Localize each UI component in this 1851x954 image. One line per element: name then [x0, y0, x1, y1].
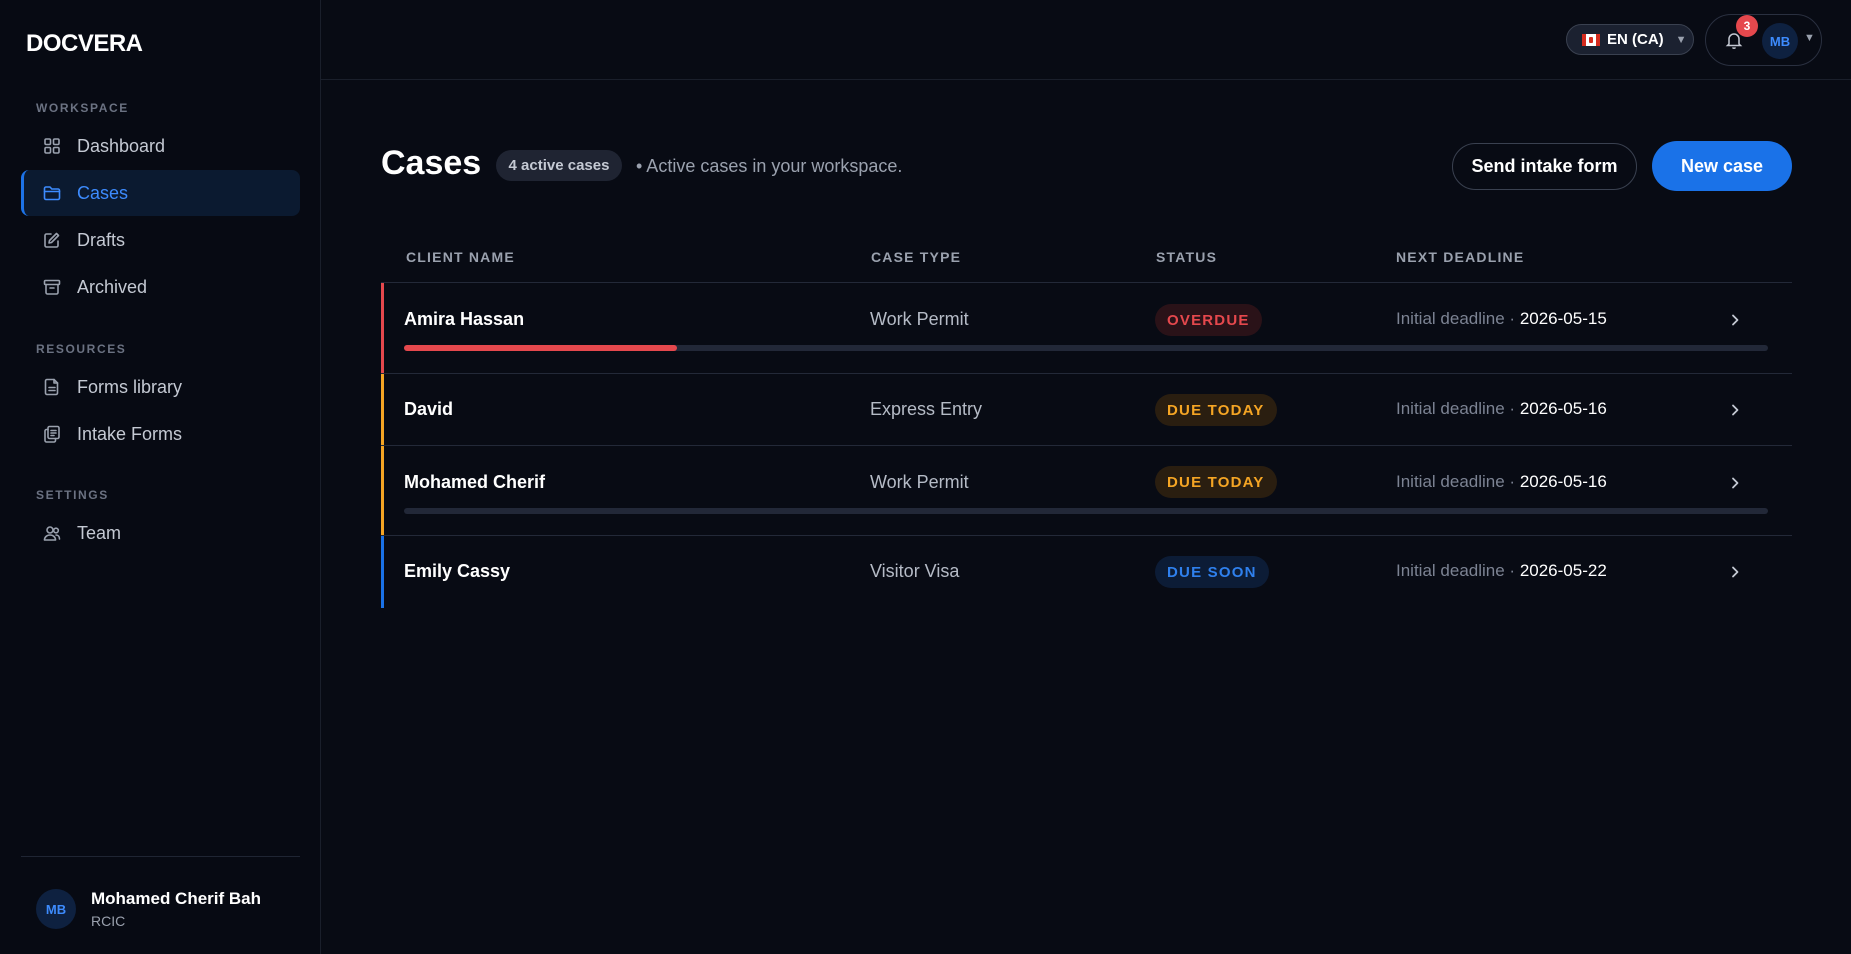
sidebar-item-dashboard[interactable]: Dashboard — [21, 123, 300, 169]
deadline: Initial deadline · 2026-05-16 — [1396, 399, 1607, 418]
page-subtitle: • Active cases in your workspace. — [636, 156, 903, 176]
row-accent-bar — [381, 446, 384, 535]
section-label-resources: RESOURCES — [36, 342, 127, 356]
sidebar-item-drafts[interactable]: Drafts — [21, 217, 300, 263]
sidebar-item-team[interactable]: Team — [21, 510, 300, 556]
chevron-right-icon[interactable] — [1727, 564, 1743, 580]
client-name: David — [404, 399, 454, 419]
users-icon — [41, 522, 63, 544]
pencil-icon — [41, 229, 63, 251]
sidebar-item-label: Intake Forms — [77, 423, 183, 444]
column-header-next-deadline[interactable]: NEXT DEADLINE — [1396, 249, 1524, 265]
sidebar-item-label: Forms library — [77, 376, 183, 397]
notification-badge: 3 — [1736, 15, 1758, 37]
chevron-right-icon[interactable] — [1727, 475, 1743, 491]
sidebar-item-label: Archived — [77, 276, 148, 297]
sidebar-item-intake-forms[interactable]: Intake Forms — [21, 411, 300, 457]
folder-icon — [41, 182, 63, 204]
client-name: Mohamed Cherif — [404, 472, 546, 492]
active-cases-badge: 4 active cases — [496, 150, 622, 181]
avatar: MB — [36, 889, 76, 929]
grid-icon — [41, 135, 63, 157]
table-row[interactable]: David Express Entry DUE TODAY Initial de… — [381, 374, 1792, 446]
sidebar-item-label: Drafts — [77, 229, 126, 250]
table-row[interactable]: Amira Hassan Work Permit OVERDUE Initial… — [381, 283, 1792, 374]
row-accent-bar — [381, 283, 384, 373]
archive-box-icon — [41, 276, 63, 298]
language-selector[interactable]: EN (CA) ▼ — [1566, 24, 1694, 55]
case-type: Work Permit — [870, 472, 969, 492]
user-name: Mohamed Cherif Bah — [91, 889, 262, 908]
chevron-down-icon: ▼ — [1675, 33, 1687, 46]
sidebar-user[interactable]: MB Mohamed Cherif Bah RCIC — [36, 889, 261, 929]
sidebar-divider — [21, 856, 300, 857]
status-badge: DUE TODAY — [1155, 466, 1277, 498]
case-type: Work Permit — [870, 309, 969, 329]
new-case-button[interactable]: New case — [1652, 141, 1792, 191]
app-logo: DOCVERA — [26, 30, 143, 57]
row-accent-bar — [381, 536, 384, 608]
sidebar-item-label: Dashboard — [77, 135, 166, 156]
language-label: EN (CA) — [1607, 31, 1664, 48]
client-name: Amira Hassan — [404, 309, 525, 329]
section-label-workspace: WORKSPACE — [36, 101, 129, 115]
status-badge: DUE SOON — [1155, 556, 1269, 588]
chevron-down-icon: ▼ — [1804, 32, 1815, 44]
chevron-right-icon[interactable] — [1727, 402, 1743, 418]
clipboard-copy-icon — [41, 423, 63, 445]
user-role: RCIC — [91, 913, 126, 929]
deadline: Initial deadline · 2026-05-16 — [1396, 472, 1607, 491]
row-accent-bar — [381, 374, 384, 445]
avatar: MB — [1762, 23, 1798, 59]
status-badge: OVERDUE — [1155, 304, 1262, 336]
column-header-client-name[interactable]: CLIENT NAME — [406, 249, 515, 265]
case-type: Express Entry — [870, 399, 983, 419]
status-badge: DUE TODAY — [1155, 394, 1277, 426]
client-name: Emily Cassy — [404, 561, 511, 581]
user-menu[interactable]: 3 MB ▼ — [1705, 14, 1822, 66]
progress-bar — [404, 345, 1768, 351]
sidebar-item-forms-library[interactable]: Forms library — [21, 364, 300, 410]
document-icon — [41, 376, 63, 398]
case-type: Visitor Visa — [870, 561, 960, 581]
sidebar-item-label: Cases — [77, 182, 129, 203]
table-row[interactable]: Mohamed Cherif Work Permit DUE TODAY Ini… — [381, 446, 1792, 536]
chevron-right-icon[interactable] — [1727, 312, 1743, 328]
sidebar: DOCVERA WORKSPACE Dashboard Cases Drafts… — [0, 0, 321, 954]
table-row[interactable]: Emily Cassy Visitor Visa DUE SOON Initia… — [381, 536, 1792, 608]
page-title: Cases — [381, 144, 482, 182]
sidebar-item-cases[interactable]: Cases — [21, 170, 300, 216]
canada-flag-icon — [1582, 33, 1600, 46]
section-label-settings: SETTINGS — [36, 488, 109, 502]
column-header-case-type[interactable]: CASE TYPE — [871, 249, 961, 265]
deadline: Initial deadline · 2026-05-22 — [1396, 561, 1607, 580]
column-header-status[interactable]: STATUS — [1156, 249, 1217, 265]
progress-fill — [404, 345, 677, 351]
sidebar-item-archived[interactable]: Archived — [21, 264, 300, 310]
progress-bar — [404, 508, 1768, 514]
deadline: Initial deadline · 2026-05-15 — [1396, 309, 1607, 328]
send-intake-form-button[interactable]: Send intake form — [1452, 143, 1637, 190]
sidebar-item-label: Team — [77, 522, 122, 543]
